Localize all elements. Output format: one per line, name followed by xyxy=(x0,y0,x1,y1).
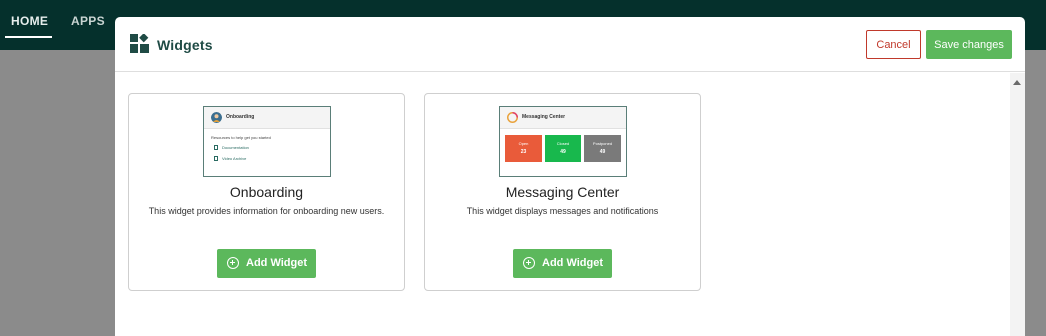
modal-title: Widgets xyxy=(157,37,213,53)
preview-box-value: 49 xyxy=(560,149,566,155)
document-icon xyxy=(214,145,218,150)
save-changes-button[interactable]: Save changes xyxy=(926,30,1012,59)
scroll-up-arrow-icon[interactable] xyxy=(1013,80,1021,85)
widget-card-messaging-center: Messaging Center Open 23 Closed 49 Postp… xyxy=(424,93,701,291)
messaging-preview-thumbnail: Messaging Center Open 23 Closed 49 Postp… xyxy=(499,106,627,177)
onboarding-avatar-icon xyxy=(211,112,222,123)
widget-title: Onboarding xyxy=(229,184,304,200)
preview-box-postponed: Postponed 49 xyxy=(584,135,621,162)
preview-box-label: Closed xyxy=(556,141,570,146)
widget-description: This widget provides information for onb… xyxy=(148,206,385,216)
preview-header: Onboarding xyxy=(204,107,330,129)
preview-box-value: 49 xyxy=(599,149,606,155)
messaging-logo-icon xyxy=(507,112,518,123)
plus-circle-icon xyxy=(523,257,535,269)
widgets-modal: Widgets Cancel Save changes Onboarding R… xyxy=(115,17,1025,336)
preview-title: Messaging Center xyxy=(522,114,566,120)
preview-box-closed: Closed 49 xyxy=(545,135,581,162)
preview-box-label: Postponed xyxy=(592,141,613,146)
preview-title: Onboarding xyxy=(226,114,255,120)
add-widget-label: Add Widget xyxy=(542,257,603,269)
modal-body: Onboarding Resources to help get you sta… xyxy=(115,73,1025,336)
nav-home-link[interactable]: HOME xyxy=(11,14,48,28)
preview-box-value: 23 xyxy=(520,149,527,155)
preview-box-open: Open 23 xyxy=(505,135,542,162)
onboarding-preview-thumbnail: Onboarding Resources to help get you sta… xyxy=(203,106,331,177)
add-widget-button-messaging-center[interactable]: Add Widget xyxy=(513,249,612,278)
preview-box-label: Open xyxy=(518,141,529,146)
add-widget-button-onboarding[interactable]: Add Widget xyxy=(217,249,316,278)
vertical-scrollbar[interactable] xyxy=(1010,73,1025,336)
add-widget-label: Add Widget xyxy=(246,257,307,269)
modal-header: Widgets Cancel Save changes xyxy=(115,17,1025,72)
preview-header: Messaging Center xyxy=(500,107,626,129)
widgets-icon xyxy=(130,34,149,53)
cancel-button[interactable]: Cancel xyxy=(866,30,921,59)
preview-text: Resources to help get you started xyxy=(211,135,271,140)
preview-link-documentation: Documentation xyxy=(222,145,249,150)
video-icon xyxy=(214,156,218,161)
preview-link-video-archive: Video Archive xyxy=(222,156,247,161)
nav-apps-link[interactable]: APPS xyxy=(71,14,105,28)
widget-description: This widget displays messages and notifi… xyxy=(466,206,659,216)
widget-card-onboarding: Onboarding Resources to help get you sta… xyxy=(128,93,405,291)
widget-title: Messaging Center xyxy=(505,184,620,200)
plus-circle-icon xyxy=(227,257,239,269)
nav-active-indicator xyxy=(5,36,52,38)
